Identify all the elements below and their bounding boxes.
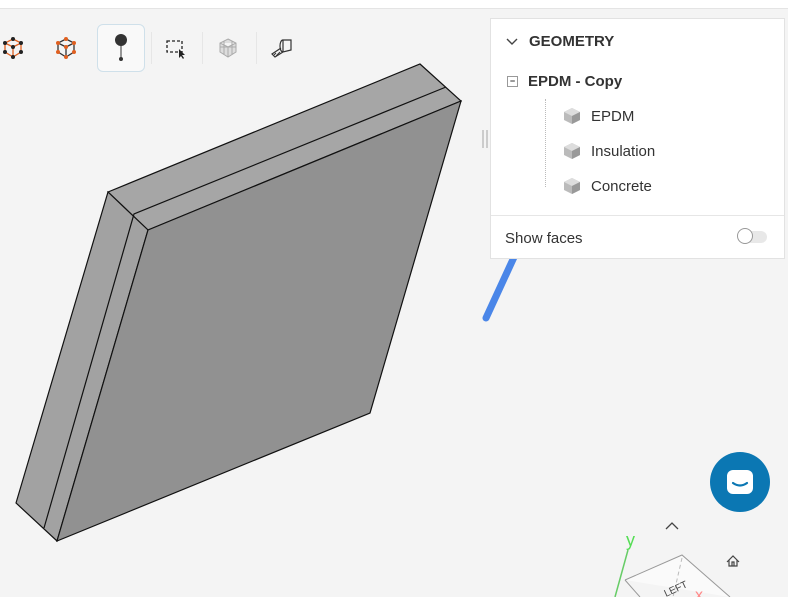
view-cube[interactable]: LEFT y x: [614, 530, 731, 597]
tree-item-insulation[interactable]: Insulation: [563, 142, 655, 160]
tree-item-label: Concrete: [591, 177, 652, 195]
tree-root-label: EPDM - Copy: [528, 73, 623, 90]
tree-item-label: EPDM: [591, 107, 635, 125]
chevron-down-icon: [506, 38, 518, 45]
x-axis-label: x: [695, 587, 703, 597]
show-faces-toggle[interactable]: [737, 228, 767, 244]
chat-button[interactable]: [710, 452, 770, 512]
show-faces-label: Show faces: [505, 230, 583, 247]
solid-cube-icon: [564, 178, 580, 194]
tree-item-concrete[interactable]: Concrete: [563, 177, 652, 195]
home-icon: [726, 555, 740, 567]
y-axis-label: y: [626, 530, 635, 550]
tree-item-label: Insulation: [591, 142, 656, 160]
geometry-header[interactable]: GEOMETRY: [505, 33, 614, 50]
solid-cube-icon: [564, 108, 580, 124]
tree-root[interactable]: − EPDM - Copy: [507, 73, 622, 90]
geometry-panel: GEOMETRY − EPDM - Copy EPDM Insulation Co…: [490, 18, 785, 259]
collapse-icon[interactable]: −: [507, 76, 518, 87]
tree-item-epdm[interactable]: EPDM: [563, 107, 634, 125]
solid-cube-icon: [564, 143, 580, 159]
chevron-up-icon: [665, 522, 679, 530]
chat-icon: [727, 470, 753, 494]
panel-title: GEOMETRY: [529, 33, 615, 50]
